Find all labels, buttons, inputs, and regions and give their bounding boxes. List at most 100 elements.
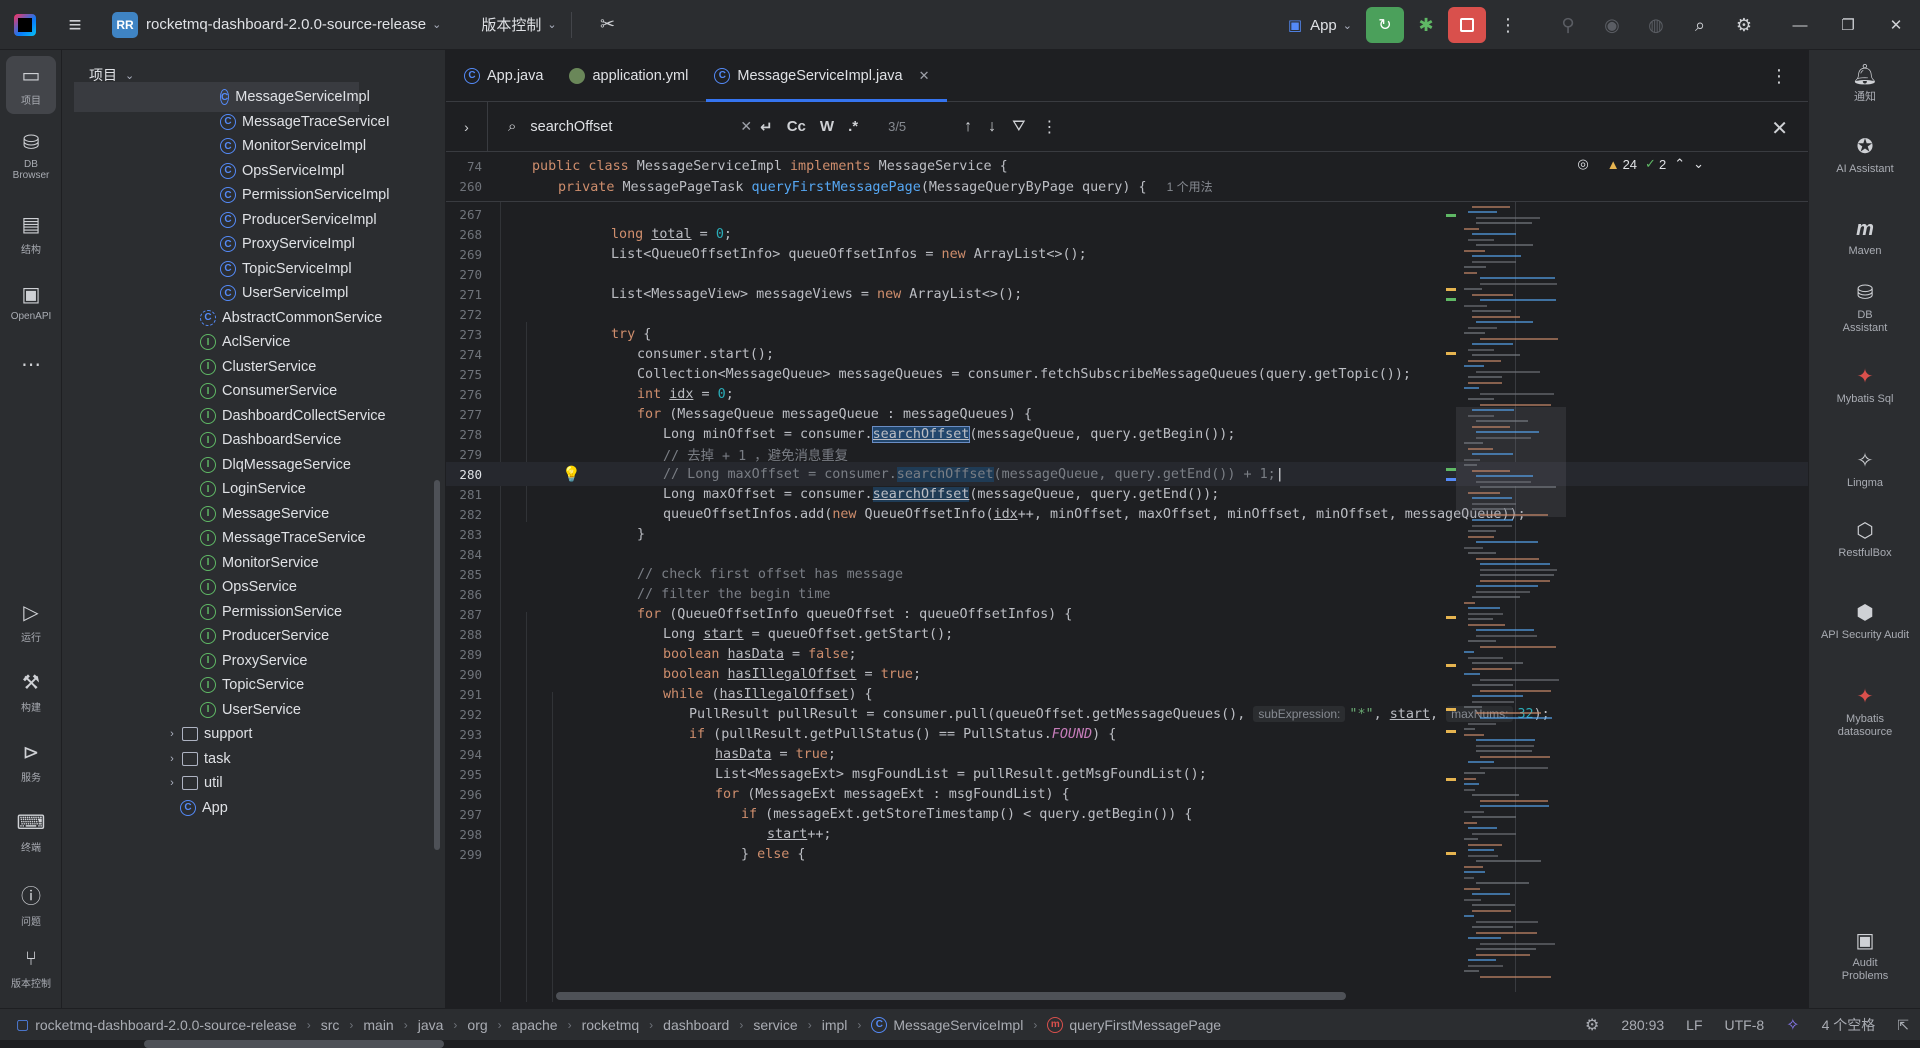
breadcrumb-item[interactable]: src [321, 1017, 340, 1033]
debug-icon[interactable]: ✱ [1408, 0, 1444, 50]
project-name[interactable]: rocketmq-dashboard-2.0.0-source-release [146, 16, 426, 33]
file-encoding[interactable]: UTF-8 [1725, 1017, 1765, 1033]
close-find-icon[interactable]: ✕ [1771, 116, 1788, 141]
project-badge[interactable]: RR [112, 11, 138, 38]
more-tools-button[interactable]: ⋯ [0, 344, 62, 394]
regex-toggle[interactable]: .* [848, 118, 858, 135]
minimap-line [1476, 590, 1530, 593]
breadcrumb-item[interactable]: impl [822, 1017, 848, 1033]
ai-chat-icon[interactable]: ◍ [1634, 0, 1678, 50]
mybatis-sql-tool-button[interactable]: ✦ Mybatis Sql [1809, 366, 1920, 406]
tabs-more-icon[interactable]: ⋮ [1770, 66, 1788, 87]
restfulbox-tool-button[interactable]: ⬡ RestfulBox [1809, 520, 1920, 560]
chevron-down-icon[interactable]: ⌄ [432, 18, 441, 31]
whole-words-toggle[interactable]: W [820, 118, 834, 135]
find-more-icon[interactable]: ⋮ [1042, 117, 1058, 137]
chevron-down-icon[interactable]: ⌄ [547, 18, 556, 31]
rerun-button[interactable]: ↻ [1366, 7, 1404, 43]
profiler-icon[interactable]: ◉ [1590, 0, 1634, 50]
audit-problems-tool-button[interactable]: ▣ Audit Problems [1809, 930, 1920, 983]
breadcrumb-item[interactable]: MessageServiceImpl [893, 1017, 1023, 1033]
main-menu-icon[interactable]: ≡ [62, 12, 88, 38]
build-tool-button[interactable]: ⚒ 构建 [0, 662, 62, 732]
tab-message-service-impl[interactable]: C MessageServiceImpl.java ✕ [706, 50, 948, 102]
tab-application-yml[interactable]: application.yml [561, 50, 706, 102]
db-assistant-tool-button[interactable]: ⛁ DB Assistant [1809, 282, 1920, 335]
error-stripe[interactable] [1446, 152, 1456, 1008]
sticky-line[interactable]: 260 private MessagePageTask queryFirstMe… [446, 174, 1808, 198]
breadcrumb-item[interactable]: apache [512, 1017, 558, 1033]
breadcrumb-item[interactable]: org [467, 1017, 487, 1033]
tree-item[interactable]: C App [180, 793, 228, 823]
usages-hint[interactable]: 1 个用法 [1167, 180, 1213, 194]
settings-gear-icon[interactable]: ⚙ [1722, 0, 1766, 50]
code-minimap[interactable] [1456, 152, 1566, 1008]
close-window-button[interactable]: ✕ [1872, 0, 1920, 50]
more-actions-icon[interactable]: ⋮ [1490, 0, 1526, 50]
editor-horizontal-scrollbar[interactable] [556, 992, 1346, 1000]
code-with-me-icon[interactable]: ⚲ [1546, 0, 1590, 50]
openapi-tool-button[interactable]: ▣ OpenAPI [0, 274, 62, 344]
minimap-viewport[interactable] [1456, 407, 1566, 517]
services-tool-button[interactable]: ⊳ 服务 [0, 732, 62, 802]
problems-tool-button[interactable]: ⓘ 问题 [0, 872, 62, 942]
indent-setting[interactable]: 4 个空格 [1822, 1015, 1876, 1035]
breadcrumb-item[interactable]: queryFirstMessagePage [1069, 1017, 1221, 1033]
breadcrumb-item[interactable]: rocketmq [582, 1017, 640, 1033]
tree-horizontal-scrollbar[interactable] [144, 1040, 444, 1048]
caret-position[interactable]: 280:93 [1621, 1017, 1664, 1033]
ai-assistant-tool-button[interactable]: ✪ AI Assistant [1809, 136, 1920, 176]
code-line[interactable]: 299} else { [446, 842, 1808, 866]
run-config-select[interactable]: ▣ App ⌄ [1278, 16, 1362, 35]
line-separator[interactable]: LF [1686, 1017, 1702, 1033]
notifications-tool-button[interactable]: 🔔︎ 通知 [1809, 64, 1920, 104]
maven-tool-button[interactable]: m Maven [1809, 218, 1920, 258]
reader-mode-icon[interactable]: ◎ [1577, 156, 1588, 172]
project-tool-button[interactable]: ▭ 项目 [0, 50, 62, 122]
db-browser-tool-button[interactable]: ⛁ DB Browser [0, 122, 62, 204]
terminal-tool-button[interactable]: ⌨ 终端 [0, 802, 62, 872]
clear-search-icon[interactable]: ✕ [740, 118, 752, 135]
restore-button[interactable]: ❐ [1824, 0, 1872, 50]
inspections-widget[interactable]: ◎ ▲ 24 ✓ 2 ⌃ ⌄ [1569, 152, 1704, 176]
mybatis-datasource-tool-button[interactable]: ✦ Mybatis datasource [1809, 686, 1920, 739]
ai-status-icon[interactable]: ⚙ [1585, 1015, 1599, 1035]
match-case-toggle[interactable]: Cc [787, 118, 806, 135]
previous-match-icon[interactable]: ↑ [964, 118, 972, 136]
previous-highlight-icon[interactable]: ⌃ [1674, 156, 1685, 172]
stop-button[interactable] [1448, 7, 1486, 43]
run-tool-button[interactable]: ▷ 运行 [0, 592, 62, 662]
expand-replace-icon[interactable]: › [446, 101, 488, 152]
lingma-tool-button[interactable]: ✧ Lingma [1809, 450, 1920, 490]
tools-icon[interactable]: ✂ [586, 0, 630, 50]
filter-icon[interactable]: ⛛ [1012, 118, 1025, 136]
minimize-button[interactable]: — [1776, 0, 1824, 50]
git-tool-button[interactable]: ⑂ 版本控制 [0, 940, 62, 1010]
warning-icon: ▲ [1606, 156, 1620, 172]
search-icon[interactable]: ⌕ [1678, 0, 1722, 50]
close-tab-icon[interactable]: ✕ [919, 68, 930, 84]
assistant-icon[interactable]: ✧ [1786, 1015, 1799, 1035]
breadcrumb-item[interactable]: service [753, 1017, 797, 1033]
breadcrumb-item[interactable]: main [363, 1017, 393, 1033]
newline-icon[interactable]: ↵ [760, 118, 773, 136]
next-highlight-icon[interactable]: ⌄ [1693, 156, 1704, 172]
minimap-line [1472, 816, 1516, 818]
tree-scrollbar[interactable] [434, 480, 440, 850]
code-area[interactable]: 74 public class MessageServiceImpl imple… [446, 152, 1808, 1008]
breadcrumb-item[interactable]: dashboard [663, 1017, 729, 1033]
find-input[interactable]: searchOffset [530, 119, 740, 135]
lock-icon[interactable]: ⇱ [1897, 1017, 1909, 1034]
search-history-icon[interactable]: ⌕ [508, 118, 516, 135]
chevron-right-icon[interactable]: › [162, 753, 182, 765]
breadcrumb-item[interactable]: rocketmq-dashboard-2.0.0-source-release [35, 1017, 296, 1033]
api-security-audit-tool-button[interactable]: ⬢ API Security Audit [1809, 602, 1920, 642]
breadcrumb-item[interactable]: java [418, 1017, 444, 1033]
vcs-menu[interactable]: 版本控制 [481, 14, 541, 35]
structure-tool-button[interactable]: ▤ 结构 [0, 204, 62, 274]
chevron-right-icon[interactable]: › [162, 777, 182, 789]
chevron-right-icon[interactable]: › [162, 728, 182, 740]
next-match-icon[interactable]: ↓ [988, 118, 996, 136]
tab-app-java[interactable]: C App.java [456, 50, 561, 102]
lightbulb-icon[interactable]: 💡 [562, 465, 581, 483]
